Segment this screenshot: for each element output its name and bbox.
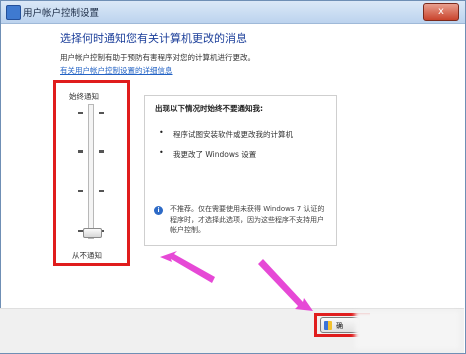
title-bar[interactable]: 用户帐户控制设置 x — [1, 1, 465, 24]
bullet-item: 我更改了 Windows 设置 — [173, 150, 257, 159]
bullet-dot: • — [159, 148, 164, 157]
close-button[interactable]: x — [423, 3, 459, 21]
slider-tick-right — [99, 112, 104, 114]
uac-shield-icon — [6, 5, 21, 20]
slider-top-label: 始终通知 — [69, 92, 99, 101]
slider-tick-left — [78, 112, 83, 114]
info-icon: i — [154, 206, 163, 215]
window-title: 用户帐户控制设置 — [23, 8, 100, 19]
description-text: 用户帐户控制有助于预防有害程序对您的计算机进行更改。 — [60, 53, 255, 62]
slider-tick-left — [78, 190, 83, 192]
bullet-dot: • — [159, 128, 164, 137]
warning-note: 不推荐。仅在需要使用未获得 Windows 7 认证的程序时，才选择此选项，因为… — [170, 205, 325, 234]
slider-bottom-label: 从不通知 — [72, 251, 102, 260]
details-link[interactable]: 有关用户帐户控制设置的详细信息 — [60, 65, 173, 76]
slider-track[interactable] — [88, 104, 94, 239]
shield-icon — [324, 321, 332, 330]
ok-label: 确 — [336, 323, 343, 330]
panel-title: 出现以下情况时始终不要通知我: — [155, 104, 263, 113]
slider-tick-left — [78, 150, 83, 153]
blurred-region — [355, 311, 459, 349]
slider-tick-right — [99, 150, 104, 153]
page-heading: 选择何时通知您有关计算机更改的消息 — [60, 32, 247, 45]
slider-tick-right — [99, 190, 104, 192]
slider-thumb[interactable] — [83, 228, 102, 238]
ok-button[interactable]: 确 — [320, 317, 360, 333]
bullet-item: 程序试图安装软件或更改我的计算机 — [173, 130, 293, 139]
